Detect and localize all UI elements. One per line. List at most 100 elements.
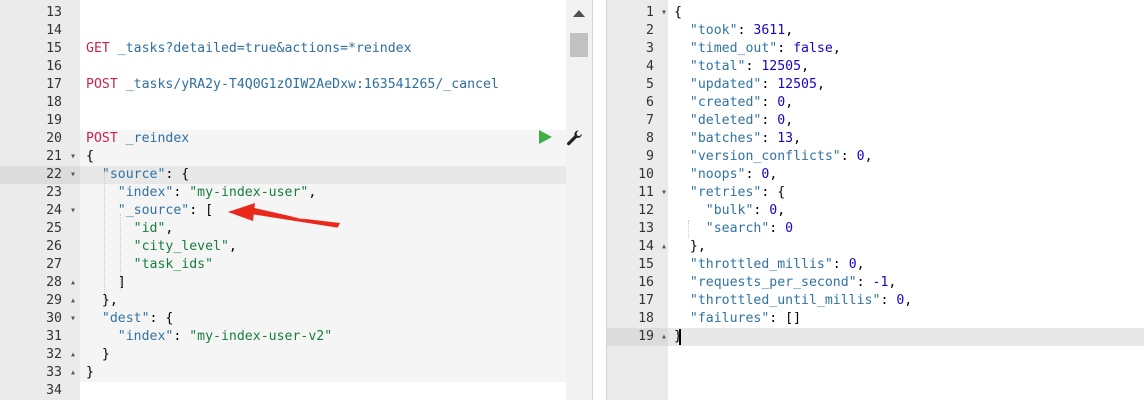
line-number: 29 ▴ (0, 292, 80, 310)
code-line[interactable]: 16 (0, 58, 566, 76)
code-line[interactable]: 8 "batches": 13, (607, 130, 1144, 148)
code-line[interactable]: 25 "id", (0, 220, 566, 238)
code-line[interactable]: 18 "failures": [] (607, 310, 1144, 328)
code-line[interactable]: 33 ▴} (0, 364, 566, 382)
fold-close-icon[interactable]: ▴ (70, 292, 76, 310)
line-number: 12 (607, 202, 668, 220)
code-text: "version_conflicts": 0, (668, 148, 1144, 166)
line-number-text: 26 (46, 239, 62, 254)
code-line[interactable]: 20 POST _reindex (0, 130, 566, 148)
code-line[interactable]: 11 ▾ "retries": { (607, 184, 1144, 202)
code-line[interactable]: 3 "timed_out": false, (607, 40, 1144, 58)
code-token: 12505 (761, 59, 802, 74)
fold-open-icon[interactable]: ▾ (70, 310, 76, 328)
fold-open-icon[interactable]: ▾ (70, 148, 76, 166)
code-token: , (816, 77, 825, 92)
code-line[interactable]: 22 ▾ "source": { (0, 166, 566, 184)
code-token: , (793, 131, 802, 146)
line-number-text: 16 (46, 59, 62, 74)
line-number: 15 (607, 256, 668, 274)
code-line[interactable]: 19 (0, 112, 566, 130)
code-token: 0 (848, 257, 857, 272)
code-text: "noops": 0, (668, 166, 1144, 184)
line-number-text: 3 (646, 41, 654, 56)
scroll-thumb[interactable] (570, 33, 588, 57)
code-token: 0 (777, 113, 786, 128)
code-line[interactable]: 6 "created": 0, (607, 94, 1144, 112)
code-line[interactable]: 28 ▴ ] (0, 274, 566, 292)
code-line[interactable]: 15 GET _tasks?detailed=true&actions=*rein… (0, 40, 566, 58)
request-scrollbar[interactable] (566, 0, 592, 400)
code-line[interactable]: 18 (0, 94, 566, 112)
fold-open-icon[interactable]: ▾ (70, 166, 76, 184)
line-number-text: 31 (46, 329, 62, 344)
code-line[interactable]: 30 ▾ "dest": { (0, 310, 566, 328)
fold-close-icon[interactable]: ▴ (70, 346, 76, 364)
code-line[interactable]: 5 "updated": 12505, (607, 76, 1144, 94)
code-text: { (668, 4, 1144, 22)
code-text: "task_ids" (80, 256, 566, 274)
code-line[interactable]: 12 "bulk": 0, (607, 202, 1144, 220)
code-line[interactable]: 16 "requests_per_second": -1, (607, 274, 1144, 292)
scroll-up-icon[interactable] (573, 10, 585, 17)
code-token: , (904, 293, 913, 308)
code-line[interactable]: 14 (0, 22, 566, 40)
fold-open-icon[interactable]: ▾ (661, 184, 667, 202)
fold-close-icon[interactable]: ▴ (70, 274, 76, 292)
code-line[interactable]: 15 "throttled_millis": 0, (607, 256, 1144, 274)
code-line[interactable]: 2 "took": 3611, (607, 22, 1144, 40)
code-line[interactable]: 17 "throttled_until_millis": 0, (607, 292, 1144, 310)
line-number-text: 19 (638, 329, 654, 344)
line-number-text: 30 (46, 311, 62, 326)
code-line[interactable]: 10 "noops": 0, (607, 166, 1144, 184)
line-number: 16 (0, 58, 80, 76)
code-line[interactable]: 19 ▴} (607, 328, 1144, 346)
fold-close-icon[interactable]: ▴ (70, 364, 76, 382)
fold-close-icon[interactable]: ▴ (661, 238, 667, 256)
code-text: "batches": 13, (668, 130, 1144, 148)
line-number: 18 (0, 94, 80, 112)
code-line[interactable]: 32 ▴ } (0, 346, 566, 364)
code-line[interactable]: 21 ▾ { (0, 148, 566, 166)
play-icon[interactable] (537, 129, 553, 145)
code-line[interactable]: 14 ▴ }, (607, 238, 1144, 256)
line-number: 21 ▾ (0, 148, 80, 166)
code-line[interactable]: 23 "index": "my-index-user", (0, 184, 566, 202)
code-token: , (864, 149, 873, 164)
code-line[interactable]: 17 POST _tasks/yRA2y-T4Q0G1zOIW2AeDxw:163… (0, 76, 566, 94)
code-line[interactable]: 4 "total": 12505, (607, 58, 1144, 76)
fold-open-icon[interactable]: ▾ (661, 4, 667, 22)
response-viewer[interactable]: 1 ▾{2 "took": 3611, 3 "timed_out": false, 4… (606, 0, 1144, 400)
code-token: } (86, 347, 110, 362)
code-token: , (785, 23, 794, 38)
pane-divider[interactable] (593, 0, 605, 400)
line-number-text: 29 (46, 293, 62, 308)
code-token: : [ (189, 203, 214, 218)
code-line[interactable]: 34 (0, 382, 566, 400)
fold-open-icon[interactable]: ▾ (70, 202, 76, 220)
code-token: }, (86, 293, 118, 308)
code-line[interactable]: 9 "version_conflicts": 0, (607, 148, 1144, 166)
code-token: , (888, 275, 897, 290)
code-line[interactable]: 13 (0, 4, 566, 22)
code-text: "retries": { (668, 184, 1144, 202)
code-text: POST _reindex (80, 130, 566, 148)
code-line[interactable]: 27 "task_ids" (0, 256, 566, 274)
code-line[interactable]: 24 ▾ "_source": [ (0, 202, 566, 220)
wrench-icon[interactable] (566, 129, 584, 147)
fold-close-icon[interactable]: ▴ (661, 328, 667, 346)
code-token: } (86, 365, 94, 380)
line-number-text: 15 (46, 41, 62, 56)
code-text: "created": 0, (668, 94, 1144, 112)
code-token: "timed_out" (674, 41, 778, 56)
line-number-text: 24 (46, 203, 62, 218)
code-line[interactable]: 1 ▾{ (607, 4, 1144, 22)
code-line[interactable]: 26 "city_level", (0, 238, 566, 256)
code-token: "requests_per_second" (674, 275, 857, 290)
code-line[interactable]: 31 "index": "my-index-user-v2" (0, 328, 566, 346)
line-number: 11 ▾ (607, 184, 668, 202)
request-editor[interactable]: 13 14 15 GET _tasks?detailed=true&actions=*… (0, 0, 593, 400)
code-token: : (745, 59, 762, 74)
code-line[interactable]: 29 ▴ }, (0, 292, 566, 310)
code-line[interactable]: 7 "deleted": 0, (607, 112, 1144, 130)
